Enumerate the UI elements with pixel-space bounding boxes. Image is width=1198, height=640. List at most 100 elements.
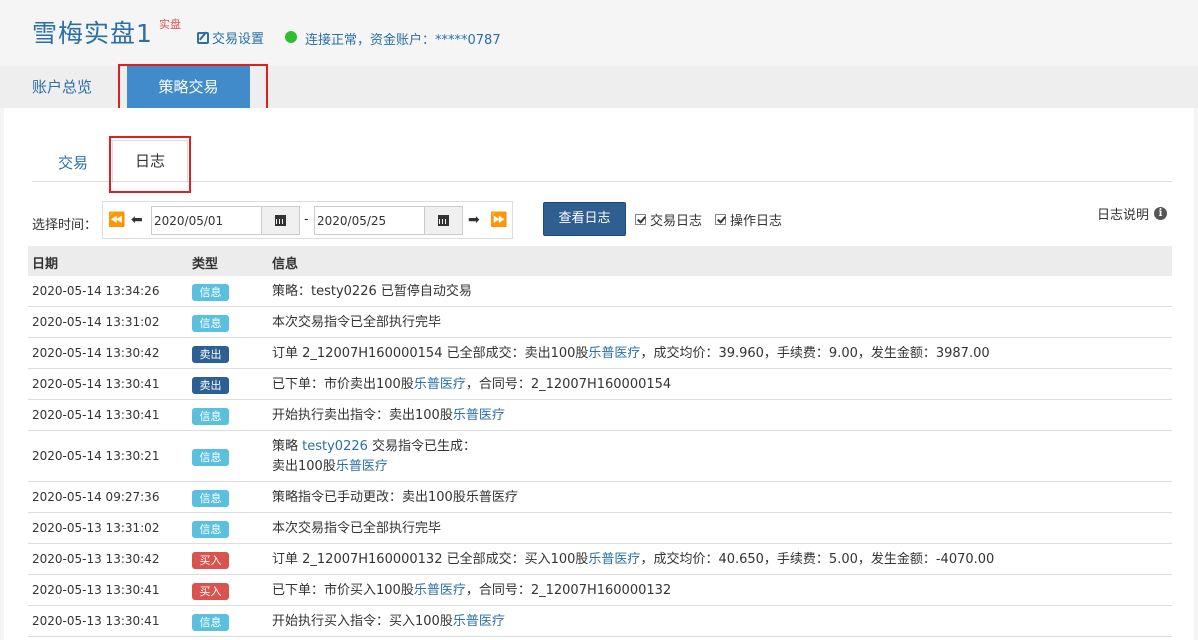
fast-forward-icon[interactable]: ⏩: [490, 212, 507, 228]
type-badge: 卖出: [192, 376, 229, 394]
trade-settings-link[interactable]: 交易设置: [197, 28, 264, 47]
start-calendar-button[interactable]: [261, 206, 300, 235]
stock-link[interactable]: 乐普医疗: [588, 346, 640, 361]
log-date: 2020-05-14 13:30:41: [32, 407, 160, 422]
table-row: 2020-05-14 09:27:36 信息 策略指令已手动更改：卖出100股乐普医…: [28, 482, 1172, 513]
type-badge: 信息: [192, 283, 229, 301]
tab-strategy-trading[interactable]: 策略交易: [127, 66, 250, 108]
table-row: 2020-05-14 13:30:41 卖出 已下单：市价卖出100股乐普医疗，合同…: [28, 369, 1172, 400]
stock-link[interactable]: 乐普医疗: [453, 408, 505, 423]
info-icon: i: [1154, 207, 1168, 220]
log-date: 2020-05-14 13:30:21: [32, 448, 160, 463]
type-badge: 信息: [192, 407, 229, 425]
page-title: 雪梅实盘1: [32, 19, 153, 48]
message-text: 卖出100股: [272, 458, 336, 474]
message-text: 订单 2_12007H160000132 已全部成交：买入100股: [272, 551, 589, 567]
checkbox-checked-icon: [715, 214, 726, 225]
tab-log[interactable]: 日志: [112, 140, 188, 183]
time-label: 选择时间：: [32, 218, 98, 233]
log-date: 2020-05-13 13:31:02: [32, 520, 160, 535]
table-row: 2020-05-14 13:34:26 信息 策略：testy0226 已暂停自动交…: [28, 276, 1172, 307]
arrow-right-icon[interactable]: ➡: [468, 212, 480, 228]
message-text: ，合同号：2_12007H160000154: [465, 376, 672, 392]
table-header: 日期 类型 信息: [28, 246, 1172, 276]
message-text: 开始执行买入指令：买入100股: [272, 613, 453, 629]
message-text: 策略：testy0226 已暂停自动交易: [272, 283, 472, 299]
stock-link[interactable]: 乐普医疗: [336, 459, 388, 474]
log-date: 2020-05-13 13:30:42: [32, 551, 160, 566]
stock-link[interactable]: testy0226: [302, 439, 368, 454]
message-text: 本次交易指令已全部执行完毕: [272, 520, 442, 536]
message-text: 已下单：市价买入100股: [272, 582, 414, 598]
log-date: 2020-05-13 13:30:41: [32, 613, 160, 628]
start-date-input[interactable]: [151, 206, 262, 235]
table-row: 2020-05-14 13:30:41 信息 开始执行卖出指令：卖出100股乐普医疗: [28, 400, 1172, 431]
end-calendar-button[interactable]: [424, 206, 463, 235]
log-message: 本次交易指令已全部执行完毕: [272, 519, 441, 539]
stock-link[interactable]: 乐普医疗: [414, 583, 466, 598]
message-text: 订单 2_12007H160000154 已全部成交：卖出100股: [272, 345, 589, 361]
tab-trade[interactable]: 交易: [58, 152, 88, 173]
trade-log-checkbox[interactable]: 交易日志: [635, 210, 702, 229]
divider: [32, 181, 1172, 182]
table-row: 2020-05-13 13:31:02 信息 本次交易指令已全部执行完毕: [28, 513, 1172, 544]
log-date: 2020-05-13 13:30:41: [32, 582, 160, 597]
main-tab-bar: 账户总览 策略交易: [0, 66, 1198, 108]
log-message: 开始执行卖出指令：卖出100股乐普医疗: [272, 406, 505, 426]
edit-icon: [197, 31, 209, 44]
type-badge: 买入: [192, 582, 229, 600]
type-badge: 信息: [192, 520, 229, 538]
message-text: 已下单：市价卖出100股: [272, 376, 414, 392]
log-message: 本次交易指令已全部执行完毕: [272, 313, 441, 333]
log-message: 开始执行买入指令：买入100股乐普医疗: [272, 612, 505, 632]
message-text: ，成交均价：40.650，手续费：5.00，发生金额：-4070.00: [640, 551, 995, 567]
type-badge: 信息: [192, 314, 229, 332]
log-message: 已下单：市价买入100股乐普医疗，合同号：2_12007H160000132: [272, 581, 671, 601]
view-log-button[interactable]: 查看日志: [543, 202, 626, 236]
column-header-date: 日期: [32, 257, 59, 272]
fast-backward-icon[interactable]: ⏪: [108, 212, 125, 228]
table-row: 2020-05-14 13:31:02 信息 本次交易指令已全部执行完毕: [28, 307, 1172, 338]
type-badge: 信息: [192, 489, 229, 507]
type-badge: 信息: [192, 613, 229, 631]
tab-account-overview[interactable]: 账户总览: [32, 66, 92, 108]
checkbox-checked-icon: [635, 214, 646, 225]
end-date-input[interactable]: [314, 206, 425, 235]
operation-log-checkbox[interactable]: 操作日志: [715, 210, 782, 229]
type-badge: 买入: [192, 551, 229, 569]
message-text: ，合同号：2_12007H160000132: [465, 582, 672, 598]
type-badge: 信息: [192, 448, 229, 466]
message-text: ，成交均价：39.960，手续费：9.00，发生金额：3987.00: [640, 345, 990, 361]
calendar-icon: [438, 215, 449, 226]
table-row: 2020-05-14 13:30:21 信息 策略 testy0226 交易指令已生…: [28, 431, 1172, 482]
log-message: 策略：testy0226 已暂停自动交易: [272, 282, 472, 302]
page-header: 雪梅实盘1 实盘 交易设置 连接正常，资金账户：*****0787: [0, 0, 1198, 66]
connection-status-icon: [285, 31, 297, 43]
stock-link[interactable]: 乐普医疗: [414, 377, 466, 392]
trade-log-label: 交易日志: [650, 214, 703, 229]
stock-link[interactable]: 乐普医疗: [453, 614, 505, 629]
message-text: 策略: [272, 438, 303, 454]
table-row: 2020-05-13 13:30:41 买入 已下单：市价买入100股乐普医疗，合同…: [28, 575, 1172, 606]
calendar-icon: [275, 215, 286, 226]
log-date: 2020-05-14 09:27:36: [32, 489, 160, 504]
trade-settings-label: 交易设置: [212, 32, 265, 47]
log-message: 订单 2_12007H160000154 已全部成交：卖出100股乐普医疗，成交…: [272, 344, 990, 364]
column-header-info: 信息: [272, 257, 299, 272]
column-header-type: 类型: [192, 257, 219, 272]
log-message: 订单 2_12007H160000132 已全部成交：买入100股乐普医疗，成交…: [272, 550, 994, 570]
log-message: 已下单：市价卖出100股乐普医疗，合同号：2_12007H160000154: [272, 375, 671, 395]
message-text: 交易指令已生成：: [367, 438, 477, 454]
stock-link[interactable]: 乐普医疗: [588, 552, 640, 567]
log-date: 2020-05-14 13:31:02: [32, 314, 160, 329]
log-message: 策略 testy0226 交易指令已生成： 卖出100股乐普医疗: [272, 437, 476, 477]
log-help-link[interactable]: 日志说明 i: [1097, 204, 1168, 223]
arrow-left-icon[interactable]: ⬅: [131, 212, 143, 228]
log-help-label: 日志说明: [1097, 208, 1150, 223]
message-text: 开始执行卖出指令：卖出100股: [272, 407, 453, 423]
type-badge: 卖出: [192, 345, 229, 363]
connection-status-text: 连接正常，资金账户：*****0787: [305, 33, 501, 48]
message-text: 策略指令已手动更改：卖出100股乐普医疗: [272, 489, 518, 505]
mode-tag: 实盘: [159, 18, 181, 31]
message-text: 本次交易指令已全部执行完毕: [272, 314, 442, 330]
